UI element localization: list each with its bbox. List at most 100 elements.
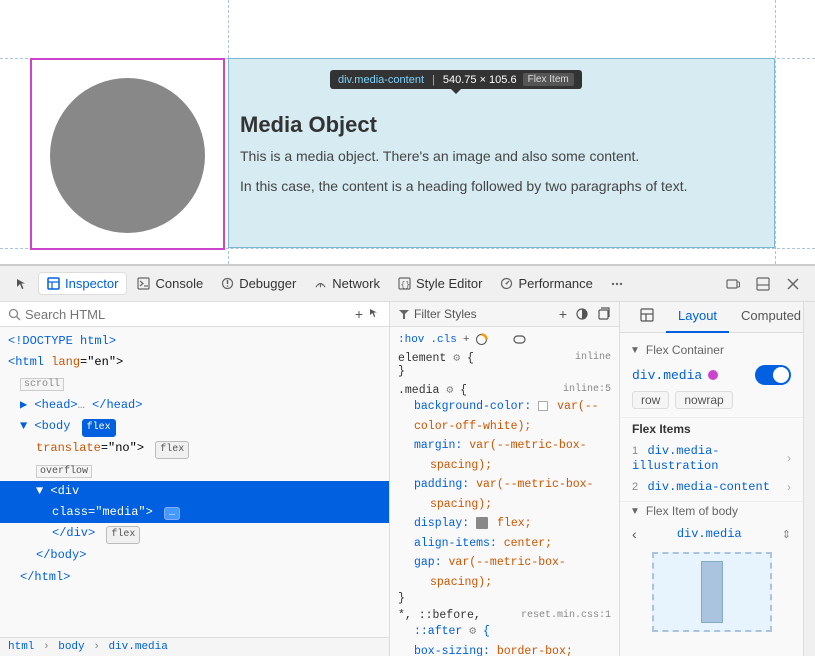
style-prop: ::after ⚙ { [398, 622, 611, 642]
add-rule-btn[interactable]: + [463, 334, 470, 346]
responsive-design-icon[interactable] [719, 270, 747, 298]
copy-styles-icon[interactable] [597, 307, 611, 321]
toggle-icon[interactable] [513, 333, 526, 346]
debugger-tab[interactable]: Debugger [213, 273, 304, 294]
network-tab[interactable]: Network [306, 273, 388, 294]
flex-badge-row[interactable]: row [632, 391, 669, 409]
breadcrumb-body[interactable]: body [58, 641, 84, 653]
flex-container-row: div.media [620, 361, 803, 389]
flex-item-2[interactable]: 2 div.media-content › [620, 476, 803, 497]
styles-content: :hov .cls + element ⚙ { inline } [390, 327, 619, 656]
flex-item-2-name: div.media-content [647, 480, 769, 494]
flex-nav-left[interactable]: ‹ [632, 526, 637, 542]
console-label: Console [155, 276, 203, 291]
tree-line[interactable]: ▶ <head>… </head> [0, 395, 389, 416]
cls-label[interactable]: .cls [430, 334, 456, 346]
tree-line[interactable]: <!DOCTYPE html> [0, 331, 389, 352]
dark-mode-icon[interactable] [494, 333, 507, 346]
style-prop: display: flex; [398, 514, 611, 534]
flex-diagram [620, 546, 803, 638]
style-editor-label: Style Editor [416, 276, 482, 291]
html-tree[interactable]: <!DOCTYPE html> <html lang="en"> scroll … [0, 327, 389, 637]
filter-icon [398, 308, 410, 320]
flex-container-label: div.media [632, 368, 718, 383]
flex-nav-selector[interactable]: ⇕ [782, 528, 791, 541]
layout-content: ▼ Flex Container div.media row nowrap Fl… [620, 333, 803, 656]
style-rule-universal: *, ::before, reset.min.css:1 ::after ⚙ {… [390, 607, 619, 656]
performance-label: Performance [518, 276, 592, 291]
search-icon [8, 308, 21, 321]
element-tooltip: div.media-content | 540.75 × 105.6 Flex … [330, 70, 582, 89]
flex-item-2-num: 2 [632, 481, 638, 493]
inspector-cursor-icon[interactable] [8, 270, 36, 298]
layout-tabs: Layout Computed Changes Fonts Animations [620, 302, 803, 333]
devtools-main: + <!DOCTYPE html> <html lang="en"> scrol… [0, 302, 815, 656]
style-source-universal: reset.min.css:1 [521, 610, 611, 621]
style-prop: box-sizing: border-box; [398, 642, 611, 656]
tooltip-sep: | [432, 74, 435, 86]
flex-item-body-title: Flex Item of body [646, 504, 738, 518]
style-closing: } [398, 592, 611, 605]
filter-styles-label: Filter Styles [414, 307, 477, 321]
flex-container-element[interactable]: div.media [632, 368, 702, 383]
style-selector-universal: *, ::before, [398, 609, 481, 622]
tree-line[interactable]: </div> flex [0, 523, 389, 545]
tab-layout[interactable]: Layout [666, 302, 729, 333]
devtools-toolbar: Inspector Console Debugger Network {} St… [0, 266, 815, 302]
color-circle-icon[interactable] [475, 333, 488, 346]
pseudo-classes-row: :hov .cls + [390, 331, 619, 348]
html-breadcrumb: html › body › div.media [0, 637, 389, 656]
style-rule-element: element ⚙ { inline } [390, 348, 619, 380]
flex-items-header: Flex Items [620, 417, 803, 440]
network-label: Network [332, 276, 380, 291]
style-prop: align-items: center; [398, 534, 611, 554]
style-selector: element ⚙ { [398, 350, 474, 365]
flex-item-1-name: div.media-illustration [632, 444, 719, 473]
breadcrumb-html[interactable]: html [8, 641, 34, 653]
flex-item-body-arrow[interactable]: ▼ [630, 506, 640, 517]
flex-badges: row nowrap [620, 389, 803, 415]
tree-line[interactable]: </html> [0, 567, 389, 588]
add-node-icon[interactable]: + [355, 306, 363, 322]
tree-line-selected[interactable]: ▼ <div [0, 481, 389, 502]
performance-tab[interactable]: Performance [492, 273, 600, 294]
style-rule-media: .media ⚙ { inline:5 background-color: va… [390, 380, 619, 607]
tree-line[interactable]: ▼ <body flex [0, 416, 389, 438]
flex-diagram-box [701, 561, 723, 623]
main-scrollbar[interactable] [803, 302, 815, 656]
flex-container-header: ▼ Flex Container [620, 341, 803, 361]
tree-line-selected-child[interactable]: class="media"> … [0, 502, 389, 523]
tree-line[interactable]: overflow [0, 460, 389, 481]
close-devtools-icon[interactable] [779, 270, 807, 298]
tree-line[interactable]: scroll [0, 373, 389, 394]
tab-layout-icon[interactable] [628, 302, 666, 333]
search-input[interactable] [25, 307, 351, 322]
dock-icon[interactable] [749, 270, 777, 298]
tree-line[interactable]: </body> [0, 545, 389, 566]
console-tab[interactable]: Console [129, 273, 211, 294]
breadcrumb-div-media[interactable]: div.media [108, 641, 167, 653]
tree-line[interactable]: <html lang="en"> [0, 352, 389, 373]
tab-computed[interactable]: Computed [729, 302, 803, 333]
inspector-tab[interactable]: Inspector [38, 272, 127, 295]
html-inspector-panel: + <!DOCTYPE html> <html lang="en"> scrol… [0, 302, 390, 656]
flex-toggle[interactable] [755, 365, 791, 385]
flex-badge-nowrap[interactable]: nowrap [675, 391, 732, 409]
flex-item-1-arrow: › [787, 451, 791, 465]
preview-area: div.media-content | 540.75 × 105.6 Flex … [0, 0, 815, 265]
media-illustration-box [30, 58, 225, 250]
debugger-label: Debugger [239, 276, 296, 291]
light-dark-icon[interactable] [575, 307, 589, 321]
style-editor-tab[interactable]: {} Style Editor [390, 273, 490, 294]
hov-label[interactable]: :hov [398, 334, 424, 346]
flex-container-arrow[interactable]: ▼ [630, 345, 640, 356]
pick-element-icon[interactable] [367, 306, 381, 320]
media-heading: Media Object [240, 112, 377, 138]
tree-line[interactable]: translate="no"> flex [0, 438, 389, 460]
more-tools-icon[interactable] [603, 270, 631, 298]
flex-nav-label[interactable]: div.media [677, 527, 742, 541]
flex-item-1[interactable]: 1 div.media-illustration › [620, 440, 803, 476]
style-prop: spacing); [398, 573, 611, 593]
add-rule-icon[interactable]: + [559, 306, 567, 322]
grid-line-v2 [775, 0, 776, 264]
